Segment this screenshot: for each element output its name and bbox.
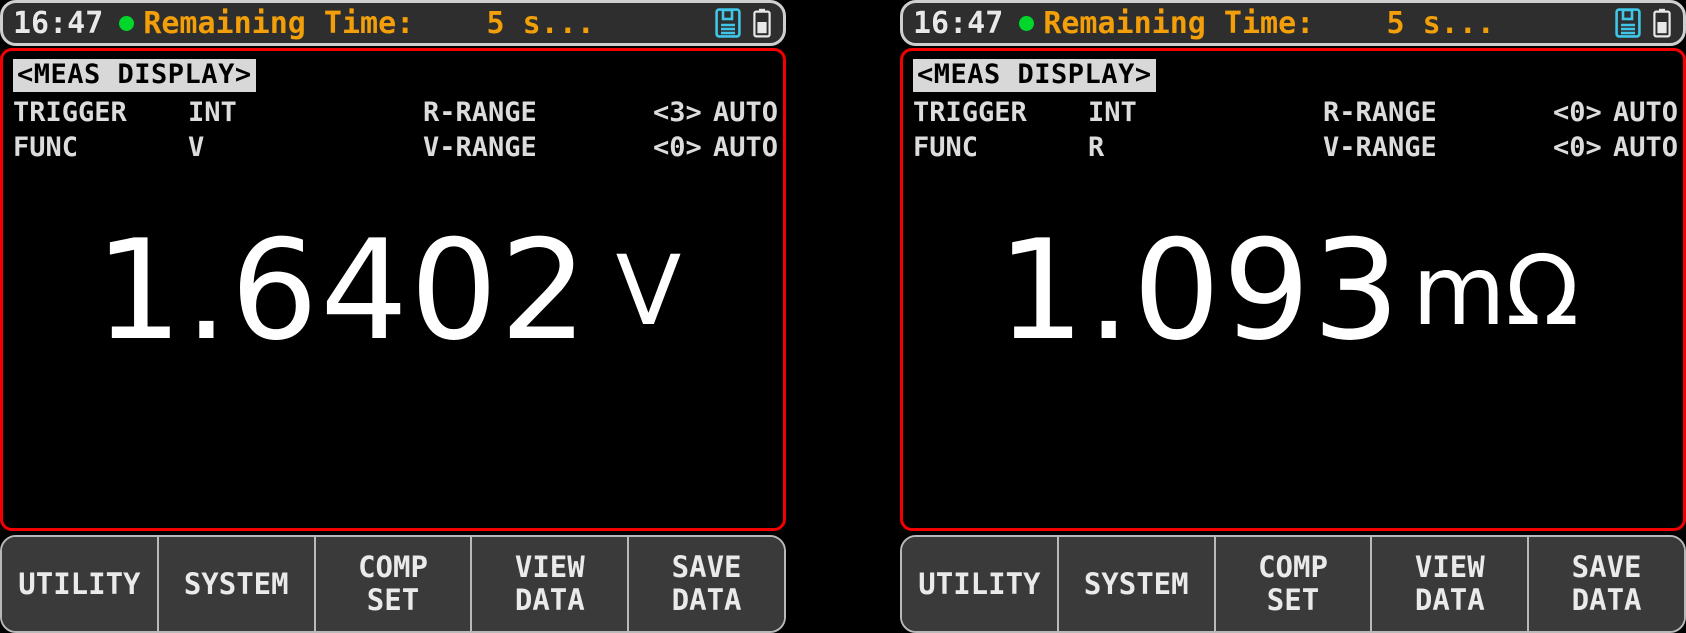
r-range-label: R-RANGE (423, 97, 537, 128)
measurement-display-area: <MEAS DISPLAY> TRIGGER INT R-RANGE <3> A… (0, 48, 786, 531)
softkey-comp-set-line2: SET (1266, 583, 1320, 617)
remaining-time-label: Remaining Time: 5 s... (1043, 5, 1495, 41)
primary-reading: 1.093 mΩ (903, 201, 1683, 381)
v-range-label: V-RANGE (423, 132, 537, 163)
softkey-bar: UTILITY SYSTEM COMP SET VIEW DATA SAVE D… (0, 535, 786, 633)
parameter-grid: TRIGGER INT R-RANGE <3> AUTO FUNC V V-RA… (13, 96, 778, 164)
measurement-panel-left: 16:47 Remaining Time: 5 s... <MEAS DISPL… (0, 0, 786, 633)
softkey-comp-set-line1: COMP (358, 550, 428, 584)
v-range-mode[interactable]: AUTO (1613, 131, 1678, 164)
status-led-green-icon (119, 15, 135, 31)
trigger-value[interactable]: INT (188, 96, 423, 129)
parameter-grid: TRIGGER INT R-RANGE <0> AUTO FUNC R V-RA… (913, 96, 1678, 164)
softkey-save-data-line2: DATA (671, 583, 742, 617)
measurement-panel-right: 16:47 Remaining Time: 5 s... <MEAS DISPL… (900, 0, 1686, 633)
softkey-view-data-line2: DATA (1414, 583, 1485, 617)
v-range-index[interactable]: <0> (1553, 131, 1613, 164)
v-range-label: V-RANGE (1323, 132, 1437, 163)
dual-instrument-screen: 16:47 Remaining Time: 5 s... <MEAS DISPL… (0, 0, 1686, 633)
softkey-system[interactable]: SYSTEM (1058, 537, 1216, 631)
softkey-save-data-line2: DATA (1571, 583, 1642, 617)
softkey-view-data-line2: DATA (514, 583, 585, 617)
status-bar: 16:47 Remaining Time: 5 s... (0, 0, 786, 46)
softkey-view-data[interactable]: VIEW DATA (1372, 537, 1530, 631)
trigger-value[interactable]: INT (1088, 96, 1323, 129)
softkey-bar: UTILITY SYSTEM COMP SET VIEW DATA SAVE D… (900, 535, 1686, 633)
r-range-index[interactable]: <3> (653, 96, 713, 129)
softkey-comp-set-line2: SET (366, 583, 420, 617)
page-title: <MEAS DISPLAY> (13, 59, 256, 92)
r-range-mode[interactable]: AUTO (1613, 96, 1678, 129)
status-icon-group (1615, 8, 1675, 38)
softkey-utility[interactable]: UTILITY (2, 537, 159, 631)
func-label: FUNC (13, 132, 79, 163)
r-range-index[interactable]: <0> (1553, 96, 1613, 129)
softkey-save-data[interactable]: SAVE DATA (1529, 537, 1684, 631)
func-value[interactable]: V (188, 131, 423, 164)
r-range-mode[interactable]: AUTO (713, 96, 778, 129)
softkey-view-data-line1: VIEW (1414, 550, 1485, 584)
reading-value: 1.6402 (94, 210, 590, 371)
softkey-save-data-line1: SAVE (1571, 550, 1642, 584)
floppy-disk-icon (715, 8, 741, 38)
softkey-utility-line1: UTILITY (18, 566, 141, 601)
trigger-label: TRIGGER (913, 97, 1027, 128)
reading-unit: mΩ (1412, 235, 1579, 347)
softkey-save-data-line1: SAVE (671, 550, 742, 584)
func-value[interactable]: R (1088, 131, 1323, 164)
softkey-save-data[interactable]: SAVE DATA (629, 537, 784, 631)
softkey-comp-set[interactable]: COMP SET (1215, 537, 1373, 631)
func-label: FUNC (913, 132, 979, 163)
page-title: <MEAS DISPLAY> (913, 59, 1156, 92)
primary-reading: 1.6402 V (3, 201, 783, 381)
softkey-system-line1: SYSTEM (1083, 566, 1189, 601)
softkey-system-line1: SYSTEM (183, 566, 289, 601)
softkey-utility[interactable]: UTILITY (902, 537, 1059, 631)
clock-label: 16:47 (13, 5, 104, 41)
trigger-label: TRIGGER (13, 97, 127, 128)
clock-label: 16:47 (913, 5, 1004, 41)
battery-icon (753, 8, 771, 38)
v-range-index[interactable]: <0> (653, 131, 713, 164)
reading-unit: V (615, 235, 682, 347)
status-led-green-icon (1019, 15, 1035, 31)
r-range-label: R-RANGE (1323, 97, 1437, 128)
status-bar: 16:47 Remaining Time: 5 s... (900, 0, 1686, 46)
reading-value: 1.093 (997, 210, 1403, 371)
softkey-view-data[interactable]: VIEW DATA (472, 537, 630, 631)
panel-divider (786, 0, 900, 633)
softkey-view-data-line1: VIEW (514, 550, 585, 584)
floppy-disk-icon (1615, 8, 1641, 38)
remaining-time-label: Remaining Time: 5 s... (143, 5, 595, 41)
softkey-system[interactable]: SYSTEM (158, 537, 316, 631)
softkey-comp-set-line1: COMP (1258, 550, 1328, 584)
measurement-display-area: <MEAS DISPLAY> TRIGGER INT R-RANGE <0> A… (900, 48, 1686, 531)
battery-icon (1653, 8, 1671, 38)
softkey-comp-set[interactable]: COMP SET (315, 537, 473, 631)
softkey-utility-line1: UTILITY (918, 566, 1041, 601)
status-icon-group (715, 8, 775, 38)
v-range-mode[interactable]: AUTO (713, 131, 778, 164)
